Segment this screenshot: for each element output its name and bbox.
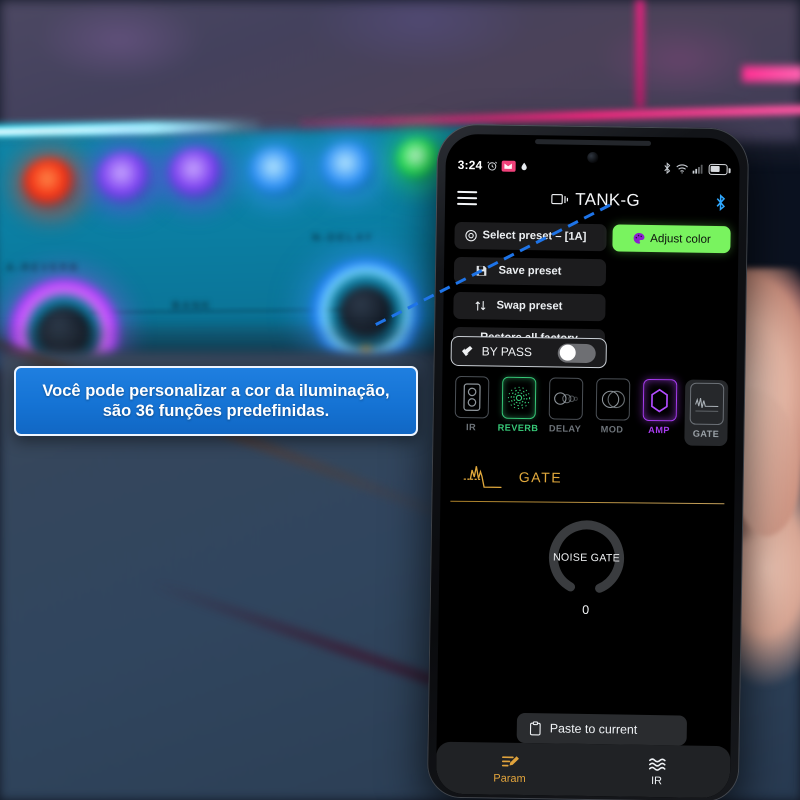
bluetooth-icon [663, 162, 672, 175]
bypass-label-group: BY PASS [461, 344, 532, 359]
callout-line-2: são 36 funções predefinidas. [102, 402, 330, 420]
effect-ir[interactable]: IR [449, 375, 493, 433]
phone-screen: 3:24 TANK-G Select preset – [1A] Save pr… [435, 133, 741, 799]
neon-pink-right [742, 66, 800, 82]
cast-device-icon [551, 192, 569, 206]
effect-delay[interactable]: DELAY [543, 377, 587, 434]
pedal-led-red [22, 158, 78, 210]
gate-waveform-icon [463, 461, 509, 492]
gate-icon [689, 382, 724, 426]
adjust-color-label: Adjust color [650, 231, 711, 246]
bypass-toggle[interactable] [557, 343, 596, 363]
nav-item-ir-label: IR [650, 774, 663, 787]
gmail-icon [501, 160, 516, 172]
screenshot-root: A-REVERB N-DELAY BANK 3:24 TANK-G Select… [0, 0, 800, 800]
effect-amp[interactable]: AMP [637, 378, 681, 436]
noise-gate-knob-value: 0 [582, 602, 590, 618]
effect-mod-label: MOD [600, 424, 624, 435]
status-bar-right [663, 162, 728, 175]
status-bar-left: 3:24 [458, 158, 529, 173]
paste-to-current-label: Paste to current [549, 721, 638, 737]
sliders-pencil-icon [500, 753, 520, 770]
status-bar: 3:24 [445, 154, 739, 181]
pedal-led-purple-2 [168, 148, 224, 200]
echo-icon [548, 377, 583, 420]
effect-ir-label: IR [465, 422, 477, 433]
swap-preset-button[interactable]: Swap preset [453, 291, 606, 322]
amp-icon [642, 378, 677, 422]
battery-icon [708, 163, 728, 175]
waves-icon [647, 755, 667, 772]
effect-gate-label: GATE [692, 428, 720, 440]
callout-line-1: Você pode personalizar a cor da iluminaç… [42, 381, 390, 400]
pedal-led-blue-1 [248, 146, 304, 198]
save-preset-label: Save preset [498, 264, 562, 278]
bypass-arrow-icon [461, 345, 476, 357]
callout-box: Você pode personalizar a cor da iluminaç… [14, 366, 418, 436]
pedal-label-reverb: A-REVERB [6, 262, 80, 274]
pedal-label-bank: BANK [172, 300, 212, 312]
ripple-icon [501, 376, 536, 420]
select-preset-label: Select preset – [1A] [482, 228, 587, 243]
swap-arrows-icon [473, 299, 487, 312]
earpiece-speaker [535, 139, 652, 146]
pedal-led-blue-2 [320, 142, 376, 194]
bypass-row[interactable]: BY PASS [450, 335, 607, 369]
pedal-led-green [396, 138, 440, 182]
bottom-navigation: Param IR [435, 741, 731, 799]
neon-pink-vertical [636, 0, 644, 108]
effect-reverb-label: REVERB [497, 422, 539, 434]
effect-gate[interactable]: GATE [684, 379, 729, 447]
nav-item-param-label: Param [493, 772, 526, 785]
effect-mod[interactable]: MOD [590, 378, 634, 435]
page-title: TANK-G [575, 189, 641, 210]
effect-reverb[interactable]: REVERB [496, 376, 540, 434]
cell-signal-icon [692, 163, 705, 174]
adjust-color-button[interactable]: Adjust color [612, 224, 731, 254]
clipboard-icon [529, 720, 542, 736]
pedal-label-right: N-DELAY [312, 232, 374, 244]
drop-icon [519, 160, 528, 171]
wifi-icon [676, 163, 689, 174]
app-content: Select preset – [1A] Save preset Swap pr… [435, 218, 739, 799]
pedal-led-purple-1 [96, 152, 152, 204]
paste-to-current-button[interactable]: Paste to current [516, 712, 688, 746]
select-preset-button[interactable]: Select preset – [1A] [454, 221, 607, 252]
noise-gate-knob-label: NOISE GATE [552, 551, 621, 565]
effect-delay-label: DELAY [548, 423, 582, 434]
floppy-save-icon [474, 264, 488, 277]
module-section: GATE [440, 454, 735, 506]
save-preset-button[interactable]: Save preset [453, 256, 607, 287]
status-time: 3:24 [457, 157, 483, 173]
module-header: GATE [440, 454, 735, 503]
nav-item-param[interactable]: Param [436, 752, 583, 785]
phase-icon [595, 378, 630, 421]
app-bar-title: TANK-G [477, 188, 714, 212]
bypass-toggle-knob [559, 344, 576, 361]
color-palette-icon [632, 232, 645, 245]
effect-amp-label: AMP [648, 424, 670, 436]
nav-item-ir[interactable]: IR [583, 754, 730, 787]
effect-chain-row: IR REVERB DELAY MOD AMP GATE [449, 375, 729, 452]
swap-preset-label: Swap preset [496, 299, 563, 313]
bypass-label: BY PASS [481, 344, 533, 360]
alarm-clock-icon [486, 160, 497, 171]
hamburger-menu-icon[interactable] [457, 190, 478, 206]
cabinet-icon [454, 375, 489, 419]
app-bar: TANK-G [445, 178, 740, 223]
knob-section: NOISE GATE 0 [439, 514, 735, 620]
callout-text: Você pode personalizar a cor da iluminaç… [30, 381, 401, 421]
target-icon [463, 229, 477, 242]
phone-device: 3:24 TANK-G Select preset – [1A] Save pr… [426, 123, 750, 800]
module-title: GATE [518, 468, 563, 486]
noise-gate-knob[interactable]: NOISE GATE [544, 515, 629, 600]
bluetooth-status-icon[interactable] [714, 193, 727, 211]
